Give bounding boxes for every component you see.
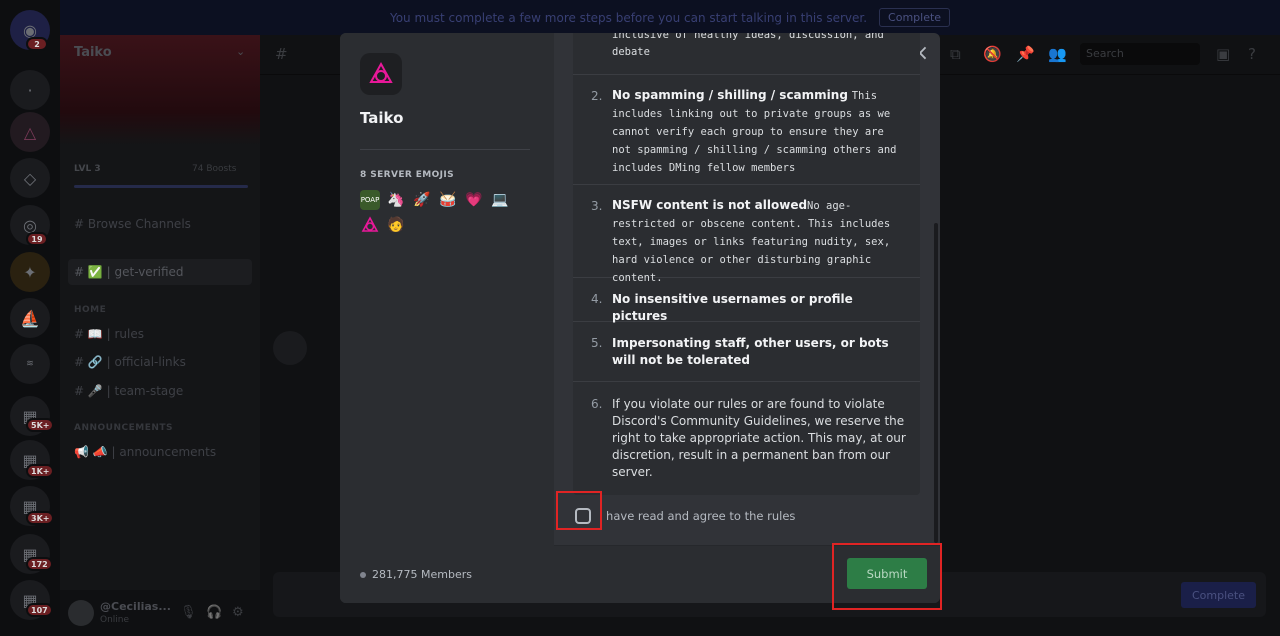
agree-row[interactable]: I have read and agree to the rules (573, 505, 920, 527)
folder-badge: 172 (26, 557, 53, 571)
rule-number: 5. (591, 336, 603, 350)
boost-count: 74 Boosts (192, 164, 237, 174)
server-icon[interactable]: ⛵ (10, 298, 50, 338)
home-badge: 2 (26, 37, 48, 51)
gear-icon[interactable]: ⚙ (232, 605, 244, 620)
members-icon[interactable]: 👥 (1048, 45, 1067, 63)
headphones-icon[interactable]: 🎧 (206, 605, 222, 620)
boost-progress-bar (74, 185, 248, 188)
notice-text: You must complete a few more steps befor… (389, 10, 868, 25)
rule-title: No insensitive usernames or profile pict… (612, 292, 853, 323)
rule-body: No age-restricted or obscene content. Th… (612, 200, 891, 284)
heart-icon: 💗 (465, 192, 483, 208)
notice-complete-button[interactable]: Complete (879, 8, 951, 27)
server-emojis-heading: 8 SERVER EMOJIS (360, 170, 455, 180)
user-status: Online (100, 615, 130, 625)
category-home[interactable]: HOME (74, 305, 106, 315)
rule-title: No spamming / shilling / scamming (612, 88, 848, 102)
help-icon[interactable]: ? (1248, 45, 1256, 63)
channel-get-verified[interactable]: # ✅ | get-verified (74, 265, 184, 279)
rocket-icon: 🚀 (413, 192, 431, 208)
channel-official-links[interactable]: # 🔗 | official-links (74, 355, 186, 369)
folder-badge: 1K+ (26, 464, 55, 478)
message-avatar (273, 331, 307, 365)
divider (360, 149, 530, 150)
notifications-off-icon[interactable]: 🔕 (983, 45, 1002, 63)
scrollbar[interactable] (934, 223, 938, 543)
avatar[interactable] (68, 600, 94, 626)
folder-badge: 107 (26, 603, 53, 617)
rule-item: 4. No insensitive usernames or profile p… (573, 278, 920, 323)
rule-text: No spamming / shilling / scamming This i… (612, 87, 907, 177)
channel-rules[interactable]: # 📖 | rules (74, 327, 144, 341)
poap-icon: POAP (360, 190, 380, 210)
rules-screening-modal: Taiko 8 SERVER EMOJIS POAP 🦄 🚀 🥁 💗 💻 🧑 2… (340, 33, 940, 603)
agree-label[interactable]: I have read and agree to the rules (599, 509, 795, 523)
rule-number: 3. (591, 199, 603, 213)
rule-title: Impersonating staff, other users, or bot… (612, 336, 889, 367)
server-rail: ◉ 2 · △ ◇ ◎ 19 ✦ ⛵ ≋ ▦ 5K+ ▦ 1K+ ▦ 3K+ ▦… (0, 0, 60, 636)
laptop-icon: 💻 (491, 192, 509, 208)
server-icon[interactable]: ◇ (10, 158, 50, 198)
folder-badge: 3K+ (26, 511, 55, 525)
submit-highlight-box (832, 543, 942, 610)
member-dot-icon (360, 571, 366, 578)
channel-sidebar: Taiko ⌄ LVL 3 74 Boosts # Browse Channel… (60, 35, 260, 636)
rule-body: If you violate our rules or are found to… (612, 397, 906, 479)
threads-icon[interactable]: ⧉ (950, 45, 961, 63)
browse-channels[interactable]: # Browse Channels (74, 217, 191, 231)
rule-item: 5. Impersonating staff, other users, or … (573, 322, 920, 382)
server-icon[interactable]: · (10, 70, 50, 110)
category-announcements[interactable]: ANNOUNCEMENTS (74, 423, 173, 433)
drum-icon: 🥁 (439, 192, 457, 208)
search-input[interactable]: Search (1080, 43, 1200, 65)
modal-server-name: Taiko (360, 109, 404, 127)
taiko-icon (360, 215, 380, 235)
boost-level: LVL 3 (74, 164, 101, 174)
mute-icon[interactable]: 🎙 (180, 605, 197, 620)
rule-item: 6. If you violate our rules or are found… (573, 382, 920, 495)
server-badge: 19 (26, 232, 48, 246)
folder-badge: 5K+ (26, 418, 55, 432)
modal-server-info-panel: Taiko 8 SERVER EMOJIS POAP 🦄 🚀 🥁 💗 💻 🧑 2… (340, 33, 554, 603)
complete-button[interactable]: Complete (1181, 582, 1256, 608)
unicorn-icon: 🦄 (387, 192, 405, 208)
rule-number: 6. (591, 397, 603, 411)
checkbox-highlight-box (556, 491, 602, 530)
rule-body: inclusive of healthy ideas, discussion, … (612, 33, 884, 58)
inbox-icon[interactable]: ▣ (1216, 45, 1230, 63)
pin-icon[interactable]: 📌 (1016, 45, 1035, 63)
rule-number: 4. (591, 292, 603, 306)
rule-item: 3. NSFW content is not allowedNo age-res… (573, 185, 920, 284)
rule-number: 2. (591, 89, 603, 103)
chevron-down-icon[interactable]: ⌄ (236, 45, 245, 58)
sidebar-server-name[interactable]: Taiko (74, 45, 112, 60)
person-icon: 🧑 (387, 217, 405, 233)
rules-list: inclusive of healthy ideas, discussion, … (573, 33, 920, 495)
user-panel: @Cecilias... Online 🎙 🎧 ⚙ (60, 590, 260, 636)
rule-body: This includes linking out to private gro… (612, 90, 897, 174)
hashtag-icon: # (275, 45, 288, 63)
rule-item: inclusive of healthy ideas, discussion, … (573, 33, 920, 75)
username: @Cecilias... (100, 600, 171, 613)
channel-team-stage[interactable]: # 🎤 | team-stage (74, 384, 183, 398)
rule-text: NSFW content is not allowedNo age-restri… (612, 197, 907, 287)
taiko-logo-icon (360, 53, 402, 95)
rule-item: 2. No spamming / shilling / scamming Thi… (573, 75, 920, 185)
channel-announcements[interactable]: 📢 📣 | announcements (74, 445, 216, 459)
server-icon[interactable]: ✦ (10, 252, 50, 292)
member-count: 281,775 Members (360, 568, 472, 581)
server-icon[interactable]: ≋ (10, 344, 50, 384)
verification-notice-bar: You must complete a few more steps befor… (60, 0, 1280, 35)
taiko-server-icon[interactable]: △ (10, 112, 50, 152)
rule-title: NSFW content is not allowed (612, 198, 808, 212)
